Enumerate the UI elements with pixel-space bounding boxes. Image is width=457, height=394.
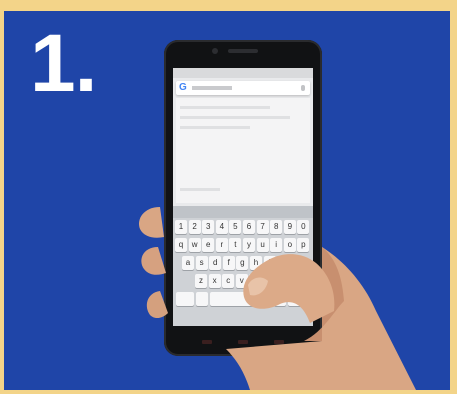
hand: [138, 207, 416, 390]
photo-scene: 1. G 1234567890 q w e r t y u i o p a s …: [4, 11, 450, 390]
image-frame: 1. G 1234567890 q w e r t y u i o p a s …: [0, 0, 457, 394]
middle-finger: [141, 247, 166, 275]
index-finger: [138, 207, 164, 238]
ring-finger: [146, 291, 168, 319]
